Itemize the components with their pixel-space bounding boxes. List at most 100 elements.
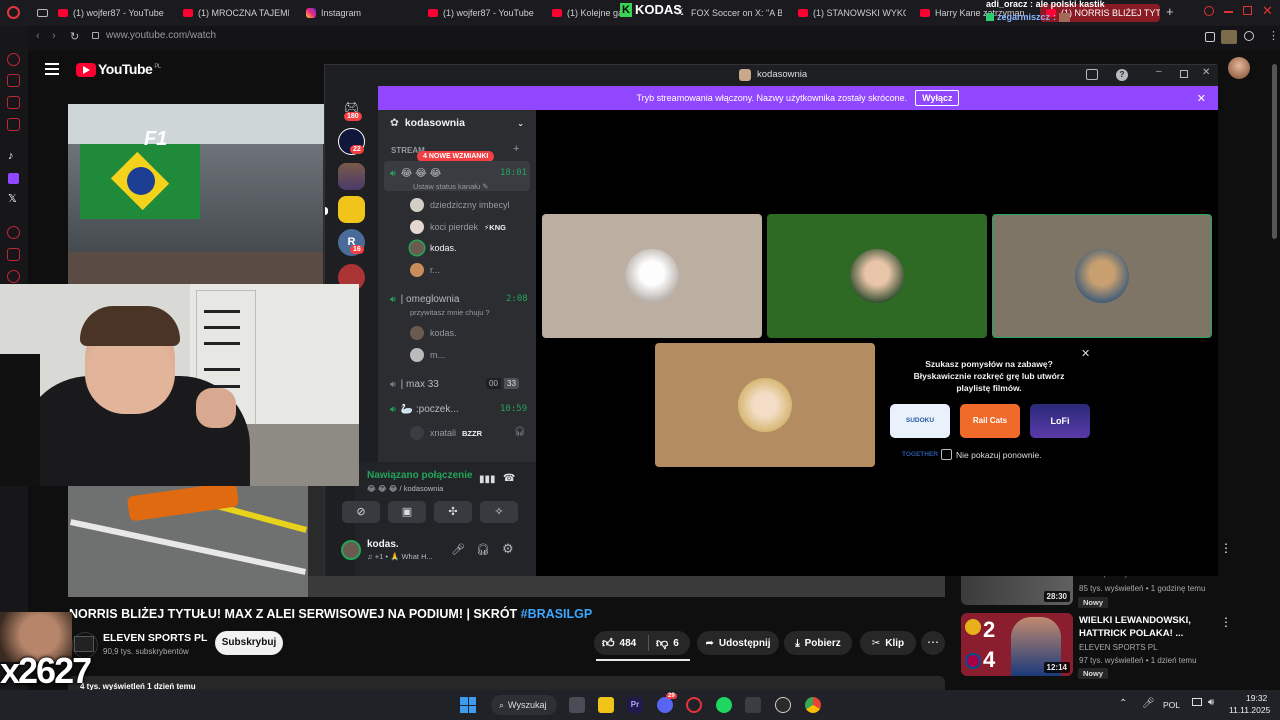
clock-icon[interactable] [7, 270, 20, 283]
participant-tile[interactable] [767, 214, 987, 338]
participant-tile[interactable] [655, 343, 875, 467]
voice-user[interactable]: xnatali BZZR [410, 426, 482, 440]
language-indicator[interactable]: POL [1163, 700, 1180, 710]
help-icon[interactable]: ? [1116, 69, 1128, 81]
disconnect-icon[interactable]: ☎ [503, 473, 515, 484]
noise-suppression-icon[interactable]: ▮▮▮ [479, 474, 496, 485]
headphones-icon[interactable]: 🎧︎ [476, 543, 490, 556]
forward-icon[interactable]: › [52, 30, 56, 42]
more-icon[interactable]: ⋮ [1268, 29, 1279, 42]
search-tabs-icon[interactable] [1204, 6, 1214, 16]
voice-channel-4[interactable]: 🔊︎ 🦢 :poczek... [390, 402, 459, 416]
voice-channel-2[interactable]: 🔊︎ | omeglownia [390, 292, 459, 306]
extension-thumb[interactable] [1221, 30, 1237, 44]
obs-icon[interactable] [775, 697, 791, 713]
share-screen-button[interactable]: ▣ [388, 501, 426, 523]
task-view-icon[interactable] [569, 697, 585, 713]
participant-tile-speaking[interactable] [992, 214, 1212, 338]
tray-mic-icon[interactable]: 🎤︎ [1142, 698, 1155, 709]
rec-thumbnail-1[interactable]: 28:30 [961, 575, 1073, 605]
settings-gear-icon[interactable]: ⚙ [502, 541, 514, 557]
hamburger-menu-icon[interactable] [45, 63, 59, 75]
username[interactable]: kodas. [367, 539, 399, 550]
windows-start-icon[interactable] [460, 697, 476, 713]
page-scrollbar[interactable] [1272, 64, 1277, 239]
voice-user[interactable]: dziedziczny imbecyl [410, 198, 510, 212]
speed-dial-icon[interactable] [7, 53, 20, 66]
voice-user[interactable]: kodas. [410, 241, 457, 255]
clock-time[interactable]: 19:32 [1246, 693, 1267, 703]
dislike-button[interactable]: 👎︎ 6 [656, 636, 679, 651]
minimize-icon[interactable]: – [1156, 66, 1162, 77]
camera-off-button[interactable]: ⊘ [342, 501, 380, 523]
close-banner-icon[interactable]: ✕ [1197, 92, 1206, 105]
inbox-icon[interactable] [1086, 69, 1098, 80]
discord-taskbar-icon[interactable] [657, 697, 673, 713]
participant-tile[interactable] [542, 214, 762, 338]
tab-3[interactable]: (1) wojfer87 - YouTube [428, 4, 538, 22]
url-field[interactable]: www.youtube.com/watch [106, 30, 216, 41]
more-actions-button[interactable]: ⋯ [921, 631, 945, 655]
voice-channel-1[interactable]: 🔊︎ 😂 😂 😂 [390, 166, 441, 180]
premiere-icon[interactable]: Pr [627, 697, 643, 713]
extensions-icon[interactable] [1205, 32, 1215, 42]
volume-icon[interactable]: 🔊︎ [1208, 697, 1214, 708]
close-window-icon[interactable]: ✕ [1262, 3, 1273, 19]
avatar[interactable] [341, 540, 361, 560]
youtube-wordmark[interactable]: YouTube PL [98, 61, 161, 77]
tiktok-sidebar-icon[interactable]: ♪ [8, 150, 14, 162]
reload-icon[interactable]: ↻ [70, 30, 79, 43]
channel-name[interactable]: ELEVEN SPORTS PL [103, 632, 207, 644]
voice-user[interactable]: kodas. [410, 326, 457, 340]
server-header[interactable]: ✿ kodasownia ⌄ [378, 110, 536, 136]
opera-logo-icon[interactable] [7, 6, 20, 19]
tab-6[interactable]: (1) STANOWSKI WYKOR [798, 4, 906, 22]
voice-status[interactable]: Nawiązano połączenie [367, 470, 473, 481]
x-sidebar-icon[interactable]: 𝕏 [8, 192, 17, 205]
file-explorer-icon[interactable] [598, 697, 614, 713]
minimize-window-icon[interactable] [1224, 11, 1233, 13]
download-button[interactable]: ⤓ Pobierz [784, 631, 852, 655]
rec-title-2[interactable]: WIELKI LEWANDOWSKI, HATTRICK POLAKA! ... [1079, 614, 1209, 640]
taskbar-search[interactable]: ⌕ Wyszukaj [491, 695, 557, 715]
voice-channel-3[interactable]: 🔊︎ | max 33 [390, 377, 439, 391]
recommendations-more-icon[interactable]: ⋮ [1220, 541, 1232, 555]
tab-4[interactable]: (1) Kolejne gadż [552, 4, 622, 22]
maximize-window-icon[interactable] [1243, 6, 1252, 15]
close-icon[interactable]: ✕ [1202, 67, 1210, 78]
server-icon[interactable] [338, 163, 365, 190]
instagram-sidebar-icon[interactable] [7, 118, 20, 131]
activity-card-lofi[interactable]: LoFi [1030, 404, 1090, 438]
channel-status[interactable]: Ustaw status kanału ✎ [413, 182, 488, 191]
microphone-icon[interactable]: 🎤︎ [451, 543, 465, 556]
history-icon[interactable] [7, 226, 20, 239]
activity-card-sudoku[interactable]: SUDOKU TOGETHER [890, 404, 950, 458]
opera-taskbar-icon[interactable] [686, 697, 702, 713]
twitch-sidebar-icon[interactable] [8, 173, 19, 184]
wallet-icon[interactable] [7, 74, 20, 87]
angry-emoji-server-icon[interactable] [338, 196, 365, 223]
share-button[interactable]: ➦ Udostępnij [697, 631, 779, 655]
menu-icon[interactable] [1244, 31, 1254, 41]
clip-button[interactable]: ✂ Klip [860, 631, 916, 655]
maximize-icon[interactable] [1180, 70, 1188, 78]
app-icon[interactable] [745, 697, 761, 713]
soundboard-button[interactable]: ✧ [480, 501, 518, 523]
tab-1[interactable]: (1) MROCZNA TAJEMNI [183, 4, 289, 22]
disable-streamer-mode-button[interactable]: Wyłącz [915, 90, 960, 106]
spotify-icon[interactable] [716, 697, 732, 713]
bookmarks-icon[interactable] [7, 248, 20, 261]
avatar[interactable] [1228, 57, 1250, 79]
back-icon[interactable]: ‹ [36, 30, 40, 42]
voice-user[interactable]: r... [410, 263, 440, 277]
like-button[interactable]: 👍︎ 484 [602, 636, 636, 651]
tab-2[interactable]: Instagram [306, 4, 406, 22]
messenger-icon[interactable] [7, 96, 20, 109]
workspaces-icon[interactable] [37, 9, 48, 17]
subscribe-button[interactable]: Subskrybuj [215, 631, 283, 655]
activity-card-railcats[interactable]: Rail Cats [960, 404, 1020, 438]
add-channel-icon[interactable]: + [513, 143, 519, 155]
tab-0[interactable]: (1) wojfer87 - YouTube [58, 4, 168, 22]
video-hashtag[interactable]: #BRASILGP [521, 607, 593, 621]
channel-status[interactable]: przywitasz mnie chuju ? [410, 308, 490, 317]
